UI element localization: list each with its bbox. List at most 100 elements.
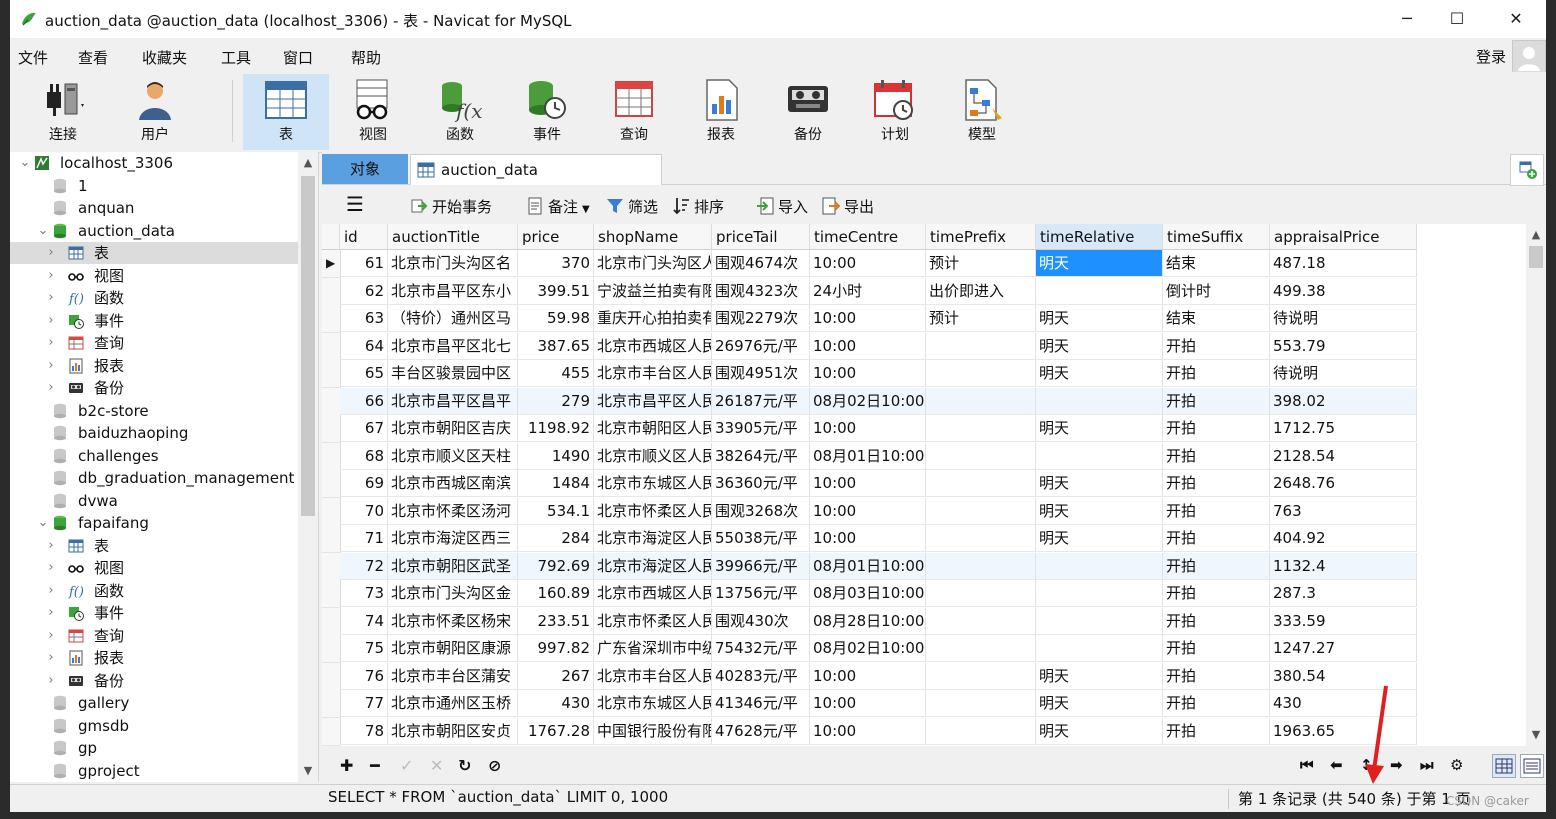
table-cell[interactable]: 69 [340, 470, 388, 497]
column-header[interactable]: timePrefix [926, 224, 1036, 250]
table-cell[interactable]: 宁波益兰拍卖有限 [594, 277, 712, 305]
form-view-icon[interactable] [1520, 754, 1544, 778]
menu-view[interactable]: 查看 [78, 47, 108, 68]
table-cell[interactable]: 明天 [1036, 415, 1163, 442]
discard-changes-icon[interactable]: ✕ [430, 756, 443, 775]
table-cell[interactable]: 08月01日10:00 [810, 442, 926, 470]
collapse-chevron-icon[interactable]: ⌄ [18, 152, 32, 174]
table-cell[interactable]: 北京市海淀区人民 [594, 525, 712, 552]
table-cell[interactable]: 75432元/平 [712, 635, 810, 662]
row-indicator[interactable] [322, 387, 341, 416]
expand-chevron-icon[interactable]: › [44, 287, 58, 309]
toolbar-schedule-button[interactable]: 计划 [852, 74, 938, 150]
tree-item[interactable]: › 事件 [10, 310, 298, 332]
table-cell[interactable]: 北京市怀柔区汤河 [388, 497, 518, 525]
table-cell[interactable] [1036, 277, 1163, 305]
import-button[interactable]: 导入 [756, 196, 808, 217]
table-cell[interactable]: 北京市朝阳区武圣 [388, 552, 518, 580]
table-cell[interactable]: 65 [340, 360, 388, 387]
tree-item[interactable]: › 查询 [10, 625, 298, 647]
export-button[interactable]: 导出 [822, 196, 874, 217]
column-header[interactable]: price [518, 224, 594, 250]
table-cell[interactable] [926, 607, 1036, 635]
table-cell[interactable]: 北京市通州区玉桥 [388, 690, 518, 717]
table-cell[interactable]: 763 [1270, 497, 1417, 525]
table-cell[interactable]: 北京市顺义区天柱 [388, 442, 518, 470]
tree-scrollbar[interactable]: ▲ ▼ [298, 152, 318, 782]
table-cell[interactable]: 开拍 [1163, 717, 1270, 745]
table-cell[interactable]: 62 [340, 277, 388, 305]
tree-item[interactable]: › 报表 [10, 647, 298, 669]
table-cell[interactable]: 北京市丰台区人民 [594, 662, 712, 690]
table-cell[interactable] [926, 415, 1036, 442]
toolbar-event-button[interactable]: 事件 [504, 74, 590, 150]
toolbar-function-button[interactable]: f(x) 函数 [417, 74, 503, 150]
table-cell[interactable]: 39966元/平 [712, 552, 810, 580]
table-cell[interactable]: 围观2279次 [712, 305, 810, 332]
table-cell[interactable]: 开拍 [1163, 497, 1270, 525]
refresh-icon[interactable]: ↻ [458, 756, 471, 775]
table-cell[interactable]: 开拍 [1163, 360, 1270, 387]
table-cell[interactable]: 1767.28 [518, 717, 594, 745]
tree-item[interactable]: › 视图 [10, 557, 298, 579]
tree-item[interactable]: ⌄ fapaifang [10, 512, 298, 534]
table-cell[interactable]: 1712.75 [1270, 415, 1417, 442]
table-cell[interactable]: 76 [340, 662, 388, 690]
row-indicator[interactable]: ▶ [322, 250, 341, 278]
grid-scroll-thumb[interactable] [1529, 246, 1543, 268]
table-cell[interactable]: 开拍 [1163, 552, 1270, 580]
row-indicator[interactable] [322, 580, 341, 608]
table-cell[interactable]: 10:00 [810, 662, 926, 690]
table-cell[interactable]: 74 [340, 607, 388, 635]
tree-item[interactable]: ⌄ localhost_3306 [10, 152, 298, 174]
tab-table-editor[interactable]: auction_data @auction_data... [410, 154, 662, 209]
toolbar-table-button[interactable]: 表 [243, 74, 329, 150]
table-cell[interactable]: 67 [340, 415, 388, 442]
table-cell[interactable]: 围观4951次 [712, 360, 810, 387]
table-cell[interactable]: 387.65 [518, 332, 594, 360]
tree-item[interactable]: 1 [10, 175, 298, 197]
table-cell[interactable]: 北京市顺义区人民 [594, 442, 712, 470]
table-cell[interactable]: 预计 [926, 250, 1036, 277]
expand-chevron-icon[interactable]: › [44, 355, 58, 377]
toolbar-connect-button[interactable]: 连接 [20, 74, 106, 150]
table-cell[interactable]: 61 [340, 250, 388, 277]
row-indicator[interactable] [322, 717, 341, 746]
table-cell[interactable]: 10:00 [810, 690, 926, 717]
table-cell[interactable]: 结束 [1163, 305, 1270, 332]
table-cell[interactable] [926, 525, 1036, 552]
tree-item[interactable]: gp [10, 737, 298, 759]
table-cell[interactable] [926, 387, 1036, 415]
table-cell[interactable]: 开拍 [1163, 525, 1270, 552]
row-indicator[interactable] [322, 470, 341, 498]
tree-item[interactable]: › 备份 [10, 377, 298, 399]
table-cell[interactable]: 10:00 [810, 717, 926, 745]
table-cell[interactable]: 开拍 [1163, 607, 1270, 635]
table-cell[interactable]: 围观4323次 [712, 277, 810, 305]
row-indicator[interactable] [322, 662, 341, 691]
table-cell[interactable]: 北京市昌平区人民 [594, 387, 712, 415]
table-cell[interactable]: 开拍 [1163, 690, 1270, 717]
table-cell[interactable] [926, 662, 1036, 690]
table-cell[interactable]: 北京市朝阳区人民 [594, 415, 712, 442]
table-cell[interactable]: 55038元/平 [712, 525, 810, 552]
row-indicator[interactable] [322, 332, 341, 361]
table-cell[interactable]: 北京市西城区人民 [594, 580, 712, 607]
table-cell[interactable]: 明天 [1036, 305, 1163, 332]
table-cell[interactable]: 430 [1270, 690, 1417, 717]
expand-chevron-icon[interactable]: › [44, 242, 58, 264]
table-cell[interactable]: 284 [518, 525, 594, 552]
table-cell[interactable]: 399.51 [518, 277, 594, 305]
table-cell[interactable]: 08月03日10:00 [810, 580, 926, 607]
table-cell[interactable]: 08月01日10:00 [810, 552, 926, 580]
table-cell[interactable]: 北京市海淀区西三 [388, 525, 518, 552]
toolbar-view-button[interactable]: 视图 [330, 74, 416, 150]
row-indicator[interactable] [322, 305, 341, 333]
table-cell[interactable]: 10:00 [810, 525, 926, 552]
tree-item[interactable]: baiduzhaoping [10, 422, 298, 444]
table-cell[interactable]: 63 [340, 305, 388, 332]
scroll-up-icon[interactable]: ▲ [298, 156, 318, 169]
row-indicator[interactable] [322, 690, 341, 718]
table-cell[interactable]: 明天 [1036, 470, 1163, 497]
table-cell[interactable]: 398.02 [1270, 387, 1417, 415]
